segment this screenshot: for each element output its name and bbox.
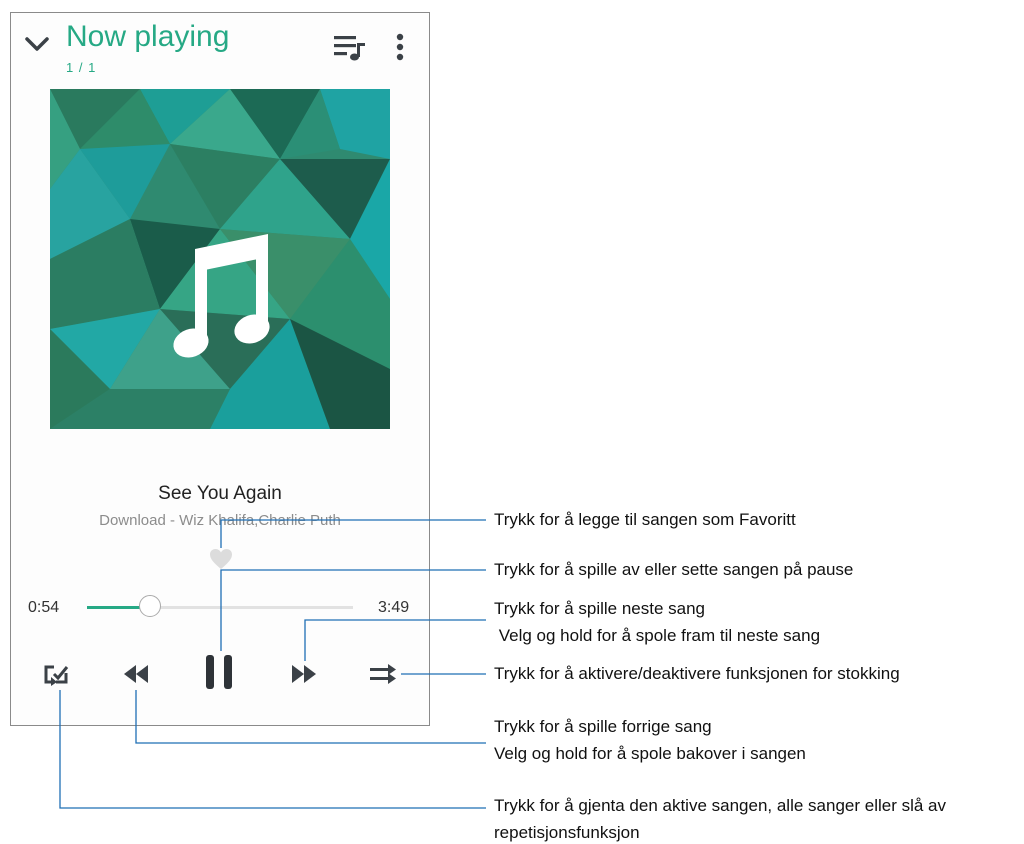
callout-previous-line1: Trykk for å spille forrige sang	[494, 717, 712, 736]
repeat-icon[interactable]	[43, 664, 71, 686]
page-title: Now playing	[66, 20, 230, 53]
fast-forward-icon[interactable]	[292, 665, 316, 683]
callout-favorite: Trykk for å legge til sangen som Favorit…	[494, 510, 796, 529]
seek-bar[interactable]	[87, 595, 353, 617]
callout-repeat-line2: repetisjonsfunksjon	[494, 823, 640, 842]
seek-bar-thumb[interactable]	[138, 595, 161, 617]
chevron-down-icon[interactable]	[24, 36, 50, 52]
shuffle-icon[interactable]	[370, 664, 396, 684]
callout-play-pause: Trykk for å spille av eller sette sangen…	[494, 560, 854, 579]
callout-next-line1: Trykk for å spille neste sang	[494, 599, 706, 618]
more-vert-icon[interactable]	[395, 32, 405, 62]
playlist-icon[interactable]	[333, 32, 369, 62]
total-duration: 3:49	[378, 599, 410, 616]
rewind-icon[interactable]	[124, 665, 148, 683]
elapsed-time: 0:54	[28, 599, 60, 616]
queue-position: 1 / 1	[66, 60, 97, 75]
song-subtitle: Download - Wiz Khalifa,Charlie Puth	[99, 512, 341, 529]
callout-shuffle: Trykk for å aktivere/deaktivere funksjon…	[494, 664, 900, 683]
pause-icon[interactable]	[204, 655, 234, 689]
callout-repeat-line1: Trykk for å gjenta den aktive sangen, al…	[494, 796, 947, 815]
heart-icon[interactable]	[209, 548, 233, 570]
song-title: See You Again	[158, 483, 282, 504]
callout-next-line2: Velg og hold for å spole fram til neste …	[494, 626, 821, 645]
callout-previous-line2: Velg og hold for å spole bakover i sange…	[494, 744, 806, 763]
album-art	[50, 89, 390, 429]
